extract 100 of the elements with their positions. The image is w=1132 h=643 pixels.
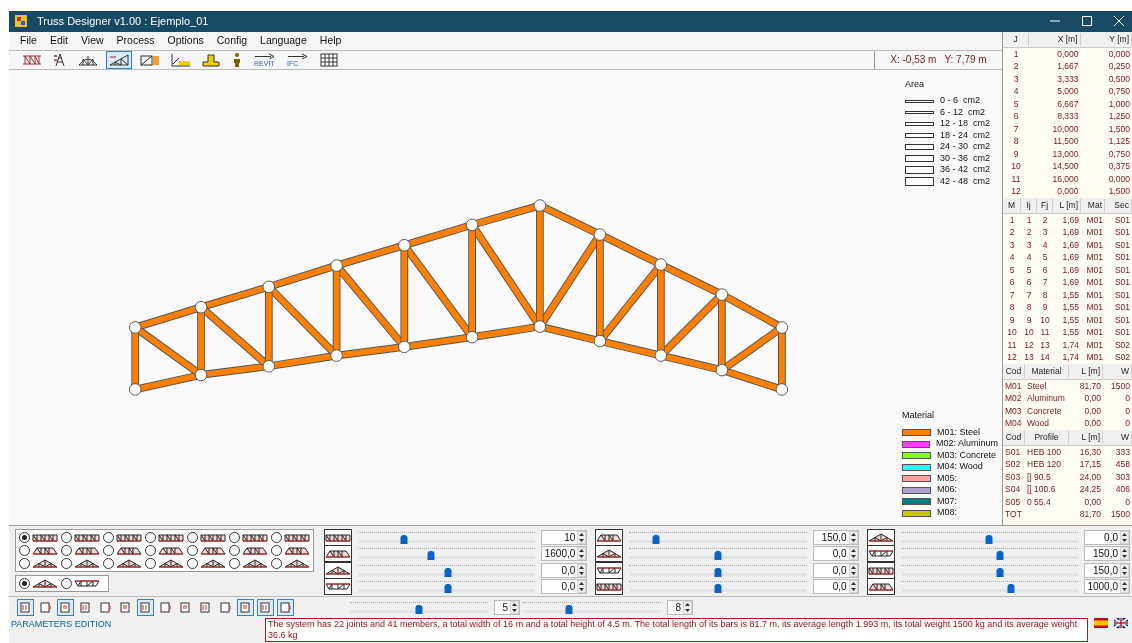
parameter-button[interactable] bbox=[595, 545, 624, 563]
column-header[interactable]: Y [m] bbox=[1080, 32, 1132, 46]
column-header[interactable]: X [m] bbox=[1029, 32, 1081, 46]
slider[interactable] bbox=[900, 579, 1078, 595]
number-field[interactable]: 1000,0 bbox=[1084, 579, 1130, 595]
slider-thumb[interactable] bbox=[1007, 584, 1015, 594]
column-header[interactable]: W bbox=[1103, 364, 1132, 378]
parameter-button[interactable] bbox=[595, 528, 624, 546]
parameter-button[interactable] bbox=[324, 578, 352, 596]
british-flag-icon[interactable] bbox=[1114, 618, 1128, 628]
column-header[interactable]: Fj bbox=[1037, 198, 1053, 212]
radio-button[interactable] bbox=[61, 544, 72, 556]
maximize-icon[interactable] bbox=[1082, 16, 1092, 27]
menu-item[interactable]: Process bbox=[116, 32, 155, 49]
radio-button[interactable] bbox=[145, 544, 156, 556]
slider[interactable] bbox=[358, 562, 536, 578]
slider[interactable] bbox=[523, 600, 661, 616]
radio-button[interactable] bbox=[187, 557, 198, 569]
radio-button[interactable] bbox=[187, 531, 198, 543]
number-field[interactable]: 0,0 bbox=[1084, 529, 1130, 545]
radio-button[interactable] bbox=[19, 557, 30, 569]
slider-thumb[interactable] bbox=[444, 584, 452, 594]
menu-item[interactable]: Help bbox=[319, 32, 342, 49]
radio-button[interactable] bbox=[271, 544, 282, 556]
radio-button[interactable] bbox=[61, 577, 72, 589]
column-header[interactable]: Cod bbox=[1003, 364, 1025, 378]
slider-thumb[interactable] bbox=[400, 534, 408, 544]
number-field[interactable]: 150,0 bbox=[1084, 562, 1130, 578]
radio-button[interactable] bbox=[229, 557, 240, 569]
slider[interactable] bbox=[900, 529, 1078, 545]
column-header[interactable]: Ij bbox=[1021, 198, 1037, 212]
slider[interactable] bbox=[358, 529, 536, 545]
radio-button[interactable] bbox=[103, 557, 114, 569]
slider-thumb[interactable] bbox=[714, 584, 722, 594]
column-header[interactable]: M bbox=[1003, 198, 1021, 212]
menu-item[interactable]: Edit bbox=[49, 32, 68, 49]
slider-thumb[interactable] bbox=[427, 551, 435, 561]
slider-thumb[interactable] bbox=[996, 567, 1004, 577]
slider-thumb[interactable] bbox=[714, 567, 722, 577]
radio-button[interactable] bbox=[19, 544, 30, 556]
slider-thumb[interactable] bbox=[415, 605, 423, 615]
number-field[interactable]: 8 bbox=[667, 600, 693, 616]
column-header[interactable]: Profile bbox=[1025, 430, 1069, 444]
radio-button[interactable] bbox=[187, 544, 198, 556]
slider[interactable] bbox=[900, 546, 1078, 562]
slider-thumb[interactable] bbox=[985, 534, 993, 544]
menu-item[interactable]: Config bbox=[216, 32, 248, 49]
number-field[interactable]: 0,0 bbox=[541, 579, 588, 595]
slider[interactable] bbox=[629, 546, 807, 562]
slider[interactable] bbox=[629, 579, 807, 595]
radio-button[interactable] bbox=[271, 531, 282, 543]
parameter-button[interactable] bbox=[866, 528, 895, 546]
parameter-button[interactable] bbox=[324, 528, 352, 546]
radio-button[interactable] bbox=[145, 557, 156, 569]
menu-item[interactable]: Options bbox=[167, 32, 204, 49]
close-icon[interactable] bbox=[1114, 16, 1124, 27]
radio-button[interactable] bbox=[61, 531, 72, 543]
menu-item[interactable]: File bbox=[20, 32, 37, 49]
radio-button[interactable] bbox=[103, 531, 114, 543]
column-header[interactable]: J bbox=[1003, 32, 1029, 46]
parameter-button[interactable] bbox=[866, 545, 895, 563]
slider-thumb[interactable] bbox=[714, 551, 722, 561]
slider[interactable] bbox=[629, 529, 807, 545]
radio-button[interactable] bbox=[19, 531, 30, 543]
toolbar-button[interactable] bbox=[317, 50, 341, 69]
number-field[interactable]: 150,0 bbox=[812, 529, 859, 545]
parameter-button[interactable] bbox=[595, 578, 624, 596]
slider-thumb[interactable] bbox=[996, 551, 1004, 561]
slider-thumb[interactable] bbox=[652, 534, 660, 544]
column-header[interactable]: Material bbox=[1025, 364, 1069, 378]
radio-button[interactable] bbox=[229, 544, 240, 556]
slider[interactable] bbox=[358, 579, 536, 595]
slider[interactable] bbox=[629, 562, 807, 578]
slider[interactable] bbox=[358, 546, 536, 562]
slider-thumb[interactable] bbox=[565, 605, 573, 615]
parameter-button[interactable] bbox=[324, 545, 352, 563]
parameter-button[interactable] bbox=[866, 578, 895, 596]
column-header[interactable]: L [m] bbox=[1069, 430, 1103, 444]
radio-button[interactable] bbox=[19, 577, 30, 589]
column-header[interactable]: Mat bbox=[1081, 198, 1105, 212]
column-header[interactable]: Sec bbox=[1105, 198, 1132, 212]
spanish-flag-icon[interactable] bbox=[1094, 618, 1108, 628]
menu-item[interactable]: Language bbox=[260, 32, 307, 49]
radio-button[interactable] bbox=[103, 544, 114, 556]
number-field[interactable]: 1600,0 bbox=[541, 546, 588, 562]
number-field[interactable]: 10 bbox=[541, 529, 588, 545]
slider-thumb[interactable] bbox=[444, 567, 452, 577]
toolbar-button[interactable] bbox=[106, 50, 132, 69]
menu-item[interactable]: View bbox=[81, 32, 104, 49]
drawing-canvas[interactable]: Area 0 - 6 cm2 6 - 12 cm2 12 - 18 cm2 18 - 24 cm2 24 - 30 cm2 30 - 36 cm2 36 - 42 cm2 42 - 48 cm2 Material M01: Steel M02: Aluminum M03: Concrete M04: Wood M05: M06: M07: M08: bbox=[9, 69, 1002, 525]
number-field[interactable]: 0,0 bbox=[812, 579, 859, 595]
radio-button[interactable] bbox=[229, 531, 240, 543]
number-field[interactable]: 0,0 bbox=[812, 546, 859, 562]
column-header[interactable]: Cod bbox=[1003, 430, 1025, 444]
slider[interactable] bbox=[900, 562, 1078, 578]
radio-button[interactable] bbox=[145, 531, 156, 543]
column-header[interactable]: W bbox=[1103, 430, 1132, 444]
number-field[interactable]: 150,0 bbox=[1084, 546, 1130, 562]
number-field[interactable]: 0,0 bbox=[812, 562, 859, 578]
column-header[interactable]: L [m] bbox=[1053, 198, 1081, 212]
